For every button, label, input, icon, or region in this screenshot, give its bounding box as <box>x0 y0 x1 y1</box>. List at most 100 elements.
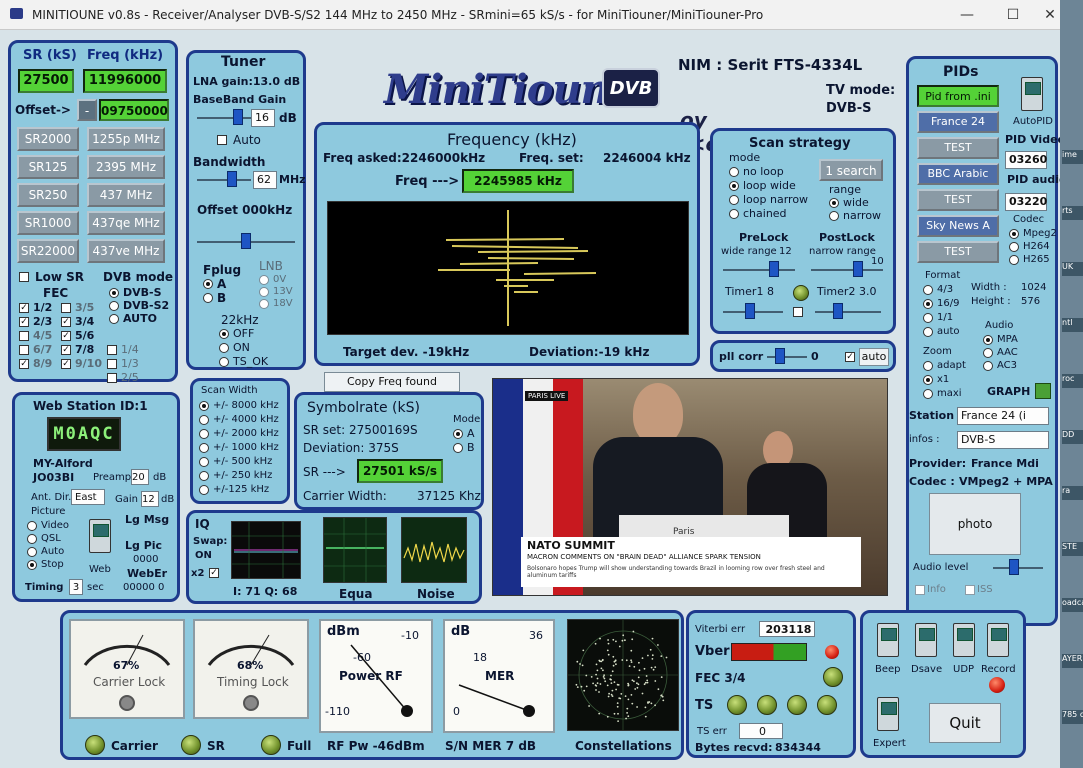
scan-width-radio[interactable] <box>199 471 209 481</box>
format-radio[interactable] <box>923 299 933 309</box>
scan-width-radio[interactable] <box>199 457 209 467</box>
pid-from-ini-button[interactable]: Pid from .ini <box>917 85 999 107</box>
range-narrow-radio[interactable] <box>829 211 839 221</box>
dvb-mode-radio[interactable] <box>109 288 119 298</box>
audio-radio[interactable] <box>983 361 993 371</box>
fec-checkbox[interactable] <box>107 345 117 355</box>
zoom-radio[interactable] <box>923 375 933 385</box>
sr-preset-button[interactable]: SR250 <box>17 183 79 207</box>
fplug-a-radio[interactable] <box>203 279 213 289</box>
scan-mode-radio[interactable] <box>729 167 739 177</box>
mode-b-radio[interactable] <box>453 443 463 453</box>
fec-checkbox[interactable] <box>107 373 117 383</box>
dvb-mode-radio[interactable] <box>109 314 119 324</box>
audio-radio[interactable] <box>983 335 993 345</box>
fec-checkbox[interactable]: ✓ <box>61 331 71 341</box>
scan-mode-radio[interactable] <box>729 209 739 219</box>
baseband-gain-field[interactable]: 16 <box>251 109 275 127</box>
format-radio[interactable] <box>923 285 933 295</box>
freq-preset-button[interactable]: 1255p MHz <box>87 127 165 151</box>
pll-auto-label[interactable]: auto <box>859 348 889 366</box>
audio-level-thumb[interactable] <box>1009 559 1019 575</box>
dsave-switch[interactable] <box>915 623 937 657</box>
scan-width-radio[interactable] <box>199 443 209 453</box>
22khz-radio[interactable] <box>219 343 229 353</box>
range-wide-radio[interactable] <box>829 198 839 208</box>
copy-freq-found-button[interactable]: Copy Freq found <box>324 372 460 392</box>
info-checkbox[interactable] <box>915 585 925 595</box>
channel-button[interactable]: Sky News A <box>917 215 999 237</box>
lnb-radio[interactable] <box>259 299 269 309</box>
beep-switch[interactable] <box>877 623 899 657</box>
scan-width-radio[interactable] <box>199 429 209 439</box>
postlock-slider-thumb[interactable] <box>853 261 863 277</box>
fec-checkbox[interactable] <box>19 331 29 341</box>
codec-radio[interactable] <box>1009 255 1019 265</box>
format-radio[interactable] <box>923 327 933 337</box>
channel-button[interactable]: TEST <box>917 241 999 263</box>
sr-preset-button[interactable]: SR1000 <box>17 211 79 235</box>
timing-field[interactable]: 3 <box>69 579 83 595</box>
format-radio[interactable] <box>923 313 933 323</box>
fec-checkbox[interactable] <box>19 345 29 355</box>
fec-checkbox[interactable]: ✓ <box>61 345 71 355</box>
lnb-radio[interactable] <box>259 287 269 297</box>
zoom-radio[interactable] <box>923 361 933 371</box>
scan-width-radio[interactable] <box>199 415 209 425</box>
maximize-button[interactable]: ☐ <box>998 4 1028 26</box>
pll-slider-thumb[interactable] <box>775 348 785 364</box>
record-switch[interactable] <box>987 623 1009 657</box>
sr-preset-button[interactable]: SR22000 <box>17 239 79 263</box>
freq-preset-button[interactable]: 437 MHz <box>87 183 165 207</box>
audio-radio[interactable] <box>983 348 993 358</box>
photo-button[interactable]: photo <box>929 493 1021 555</box>
fec-checkbox[interactable]: ✓ <box>19 317 29 327</box>
offset-slider-thumb[interactable] <box>241 233 251 249</box>
udp-switch[interactable] <box>953 623 975 657</box>
one-search-button[interactable]: 1 search <box>819 159 883 181</box>
graph-toggle[interactable] <box>1035 383 1051 399</box>
sr-preset-button[interactable]: SR125 <box>17 155 79 179</box>
scan-width-radio[interactable] <box>199 401 209 411</box>
picture-radio[interactable] <box>27 534 37 544</box>
fec-checkbox[interactable]: ✓ <box>19 303 29 313</box>
channel-button[interactable]: TEST <box>917 137 999 159</box>
timer1-slider-thumb[interactable] <box>745 303 755 319</box>
freq-preset-button[interactable]: 437qe MHz <box>87 211 165 235</box>
x2-checkbox[interactable]: ✓ <box>209 568 219 578</box>
baseband-slider-thumb[interactable] <box>233 109 243 125</box>
freq-input[interactable]: 11996000 <box>83 69 167 93</box>
scan-checkbox[interactable] <box>793 307 803 317</box>
freq-preset-button[interactable]: 437ve MHz <box>87 239 165 263</box>
22khz-radio[interactable] <box>219 357 229 367</box>
fec-checkbox[interactable]: ✓ <box>61 359 71 369</box>
minimize-button[interactable]: — <box>952 4 982 26</box>
prelock-slider-thumb[interactable] <box>769 261 779 277</box>
bandwidth-slider-thumb[interactable] <box>227 171 237 187</box>
preamp-field[interactable]: 20 <box>131 469 149 485</box>
channel-button[interactable]: TEST <box>917 189 999 211</box>
mode-a-radio[interactable] <box>453 429 463 439</box>
offset-input[interactable]: 09750000 <box>99 99 169 121</box>
scan-mode-radio[interactable] <box>729 181 739 191</box>
fec-checkbox[interactable] <box>107 359 117 369</box>
picture-radio[interactable] <box>27 547 37 557</box>
fec-checkbox[interactable]: ✓ <box>19 359 29 369</box>
web-switch[interactable] <box>89 519 111 553</box>
quit-button[interactable]: Quit <box>929 703 1001 743</box>
sr-input[interactable]: 27500 <box>18 69 74 93</box>
iss-checkbox[interactable] <box>965 585 975 595</box>
offset-sign-button[interactable]: - <box>77 99 97 121</box>
22khz-radio[interactable] <box>219 329 229 339</box>
autopid-switch[interactable] <box>1021 77 1043 111</box>
sr-preset-button[interactable]: SR2000 <box>17 127 79 151</box>
scan-width-radio[interactable] <box>199 485 209 495</box>
picture-radio[interactable] <box>27 521 37 531</box>
expert-switch[interactable] <box>877 697 899 731</box>
fec-checkbox[interactable]: ✓ <box>61 317 71 327</box>
gain-field[interactable]: 12 <box>141 491 159 507</box>
timer2-slider-thumb[interactable] <box>833 303 843 319</box>
lnb-radio[interactable] <box>259 275 269 285</box>
channel-button[interactable]: BBC Arabic <box>917 163 999 185</box>
low-sr-checkbox[interactable] <box>19 272 29 282</box>
